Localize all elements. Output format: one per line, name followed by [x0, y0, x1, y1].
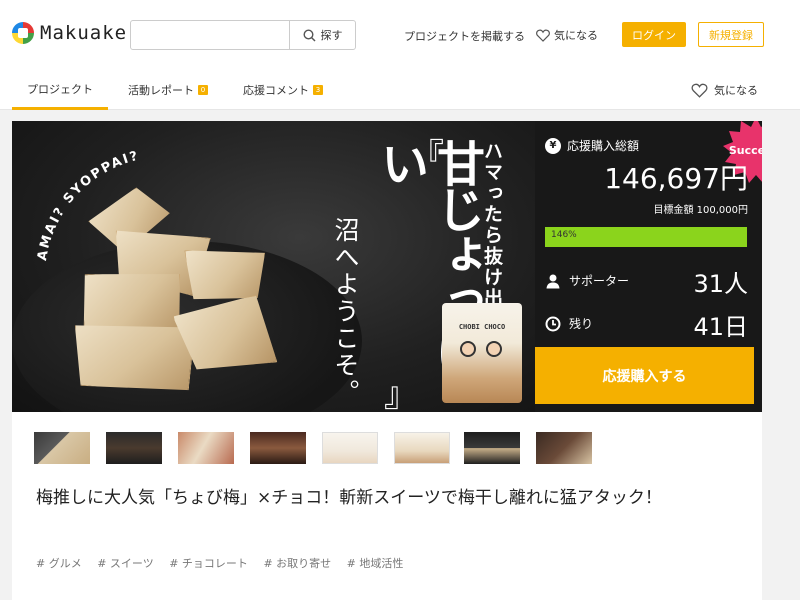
tag-link[interactable]: # チョコレート [169, 557, 248, 570]
comment-count-badge: 3 [313, 85, 323, 95]
tag-link[interactable]: # お取り寄せ [263, 557, 331, 570]
watchlist-toggle[interactable]: 気になる [691, 70, 758, 110]
tag-link[interactable]: # 地域活性 [347, 557, 404, 570]
tab-comment-label: 応援コメント [243, 84, 309, 97]
project-title: 梅推しに大人気「ちょび梅」×チョコ！斬新スイーツで梅干し離れに猛アタック！ [36, 488, 662, 508]
remaining-days: 41日 [693, 313, 748, 341]
product-package: CHOBI CHOCO [442, 303, 522, 403]
supporters-count: 31人 [693, 270, 748, 298]
watchlist-toggle-label: 気になる [714, 84, 758, 97]
funding-stats: Success! ¥ 応援購入総額 146,697円 目標金額 100,000円… [535, 121, 762, 412]
thumbnail[interactable] [464, 432, 520, 464]
makuake-logo[interactable]: Makuake [12, 22, 127, 44]
search-box: 探す [130, 20, 356, 50]
tab-project[interactable]: プロジェクト [12, 70, 108, 110]
yen-icon: ¥ [545, 137, 561, 154]
success-badge-text: Success! [729, 144, 762, 157]
catch-copy-2: 沼へようこそ。 [331, 217, 360, 406]
tab-report-label: 活動レポート [128, 84, 194, 97]
signup-button[interactable]: 新規登録 [698, 22, 764, 47]
supporters-label-text: サポーター [569, 274, 630, 288]
project-main-image[interactable]: AMAI? SYOPPAI? ハマったら抜け出せない。 『 甘じょっぱい 』 沼… [12, 121, 535, 412]
total-amount-label-text: 応援購入総額 [567, 139, 640, 153]
report-count-badge: 0 [198, 85, 208, 95]
thumbnail[interactable] [34, 432, 90, 464]
support-purchase-button[interactable]: 応援購入する [535, 347, 754, 404]
project-details: 梅推しに大人気「ちょび梅」×チョコ！斬新スイーツで梅干し離れに猛アタック！ # … [12, 412, 762, 600]
logo-text: Makuake [40, 22, 128, 44]
tag-list: # グルメ # スイーツ # チョコレート # お取り寄せ # 地域活性 [36, 555, 415, 571]
total-amount-value: 146,697円 [604, 162, 748, 195]
person-icon [546, 274, 560, 288]
thumbnail[interactable] [536, 432, 592, 464]
remaining-label-text: 残り [569, 317, 594, 331]
clock-icon [545, 316, 561, 331]
goal-amount: 目標金額 100,000円 [653, 205, 748, 216]
project-tabs: プロジェクト 活動レポート 0 応援コメント 3 気になる [0, 70, 800, 110]
watchlist-label: 気になる [554, 29, 598, 42]
remaining-label: 残り [545, 315, 593, 332]
watchlist-link[interactable]: 気になる [536, 27, 598, 43]
thumbnail[interactable] [394, 432, 450, 464]
tab-project-label: プロジェクト [27, 82, 93, 96]
tag-link[interactable]: # グルメ [36, 557, 82, 570]
character-face-icon [486, 341, 502, 357]
chocolate-piece [69, 315, 196, 397]
package-label: CHOBI CHOCO [458, 323, 506, 331]
thumbnail[interactable] [250, 432, 306, 464]
funding-progress-bar: 146% [545, 227, 747, 247]
thumbnail[interactable] [322, 432, 378, 464]
search-button-label: 探す [320, 29, 343, 42]
total-amount-label: ¥ 応援購入総額 [545, 137, 639, 154]
progress-percent: 146% [551, 230, 577, 240]
heart-icon [536, 29, 550, 42]
heart-icon [691, 83, 708, 98]
tag-link[interactable]: # スイーツ [97, 557, 154, 570]
tab-support-comments[interactable]: 応援コメント 3 [243, 70, 323, 110]
logo-mark-icon [12, 22, 34, 44]
search-button[interactable]: 探す [289, 21, 355, 49]
thumbnail[interactable] [106, 432, 162, 464]
bracket-close: 』 [384, 375, 418, 412]
character-face-icon [460, 341, 476, 357]
thumbnail[interactable] [178, 432, 234, 464]
supporters-label: サポーター [545, 272, 629, 289]
search-input[interactable] [131, 21, 289, 49]
site-header: Makuake 探す プロジェクトを掲載する 気になる ログイン 新規登録 [0, 0, 800, 70]
post-project-link[interactable]: プロジェクトを掲載する [404, 28, 525, 44]
project-hero: AMAI? SYOPPAI? ハマったら抜け出せない。 『 甘じょっぱい 』 沼… [12, 121, 762, 412]
login-button[interactable]: ログイン [622, 22, 686, 47]
search-icon [302, 28, 316, 42]
tab-activity-report[interactable]: 活動レポート 0 [128, 70, 208, 110]
